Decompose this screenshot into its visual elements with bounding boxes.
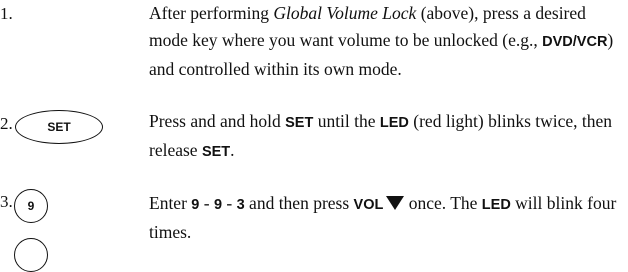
led-name: LED bbox=[379, 115, 409, 131]
step-2-text-part: until the bbox=[313, 111, 380, 131]
step-1-text-part: After performing bbox=[149, 3, 274, 23]
step-2-number: 2. bbox=[0, 114, 13, 133]
step-2-text-part: . bbox=[230, 140, 235, 160]
set-key-name: SET bbox=[201, 144, 231, 160]
step-1-text: After performing Global Volume Lock (abo… bbox=[149, 0, 619, 83]
step-2-text-part: Press and and hold bbox=[149, 111, 286, 131]
triangle-down-icon bbox=[386, 196, 405, 210]
step-1-number: 1. bbox=[0, 4, 13, 23]
digit-9: 9 bbox=[213, 197, 223, 213]
next-digit-key-icon bbox=[14, 238, 48, 272]
step-3-number: 3. bbox=[0, 192, 13, 211]
set-key-name: SET bbox=[285, 115, 314, 131]
step-3-text: Enter 9 - 9 - 3 and then press VOL once.… bbox=[149, 190, 619, 246]
separator: - bbox=[199, 193, 214, 213]
global-volume-lock-term: Global Volume Lock bbox=[273, 3, 417, 23]
dvd-vcr-key-name: DVD/VCR bbox=[542, 34, 608, 50]
step-3-text-part: once. The bbox=[404, 193, 482, 213]
digit-3: 3 bbox=[236, 197, 245, 213]
digit-9-key-label: 9 bbox=[27, 199, 35, 213]
step-3-text-part: Enter bbox=[149, 193, 192, 213]
separator: - bbox=[222, 193, 237, 213]
vol-key-name: VOL bbox=[353, 197, 384, 213]
step-2-text: Press and and hold SET until the LED (re… bbox=[149, 108, 619, 166]
digit-9-key-icon: 9 bbox=[14, 189, 48, 223]
set-key-label: SET bbox=[47, 120, 71, 134]
set-key-icon: SET bbox=[15, 110, 103, 144]
led-name: LED bbox=[481, 197, 511, 213]
step-3-text-part: and then press bbox=[244, 193, 354, 213]
